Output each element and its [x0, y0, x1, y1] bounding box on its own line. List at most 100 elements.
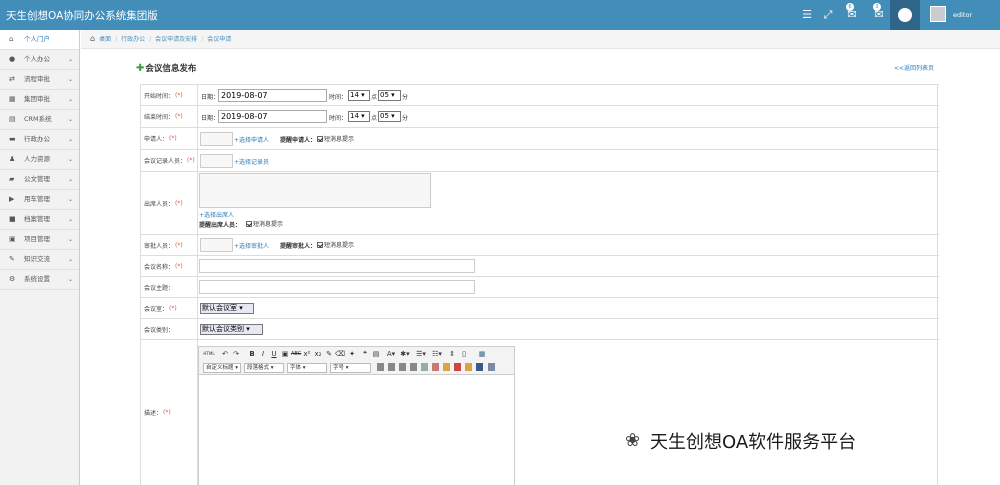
meeting-type-select[interactable]: 默认会议类别 ▾ [200, 324, 263, 335]
attendees-box[interactable] [199, 173, 431, 208]
meeting-topic-input[interactable] [199, 280, 475, 294]
select-recorder-link[interactable]: +选择记录员 [234, 157, 269, 166]
italic-icon[interactable]: I [258, 349, 268, 359]
home-icon[interactable]: ⌂ [90, 34, 95, 43]
map-icon[interactable] [488, 363, 495, 371]
paste-plain-icon[interactable]: ▤ [371, 349, 381, 359]
superscript-icon[interactable]: x² [302, 349, 312, 359]
sidebar-item-portal[interactable]: ⌂ 个人门户 [0, 30, 79, 50]
sidebar-item-knowledge[interactable]: ✎ 知识交流 ⌄ [0, 250, 79, 270]
source-button[interactable]: HTML [202, 349, 216, 359]
start-hour-select[interactable]: 14 ▾ [348, 90, 370, 101]
align-left-icon[interactable] [377, 363, 384, 371]
app-title[interactable]: 天生创想OA协同办公系统集团版 [6, 8, 158, 23]
border-icon[interactable]: ▣ [280, 349, 290, 359]
crm-icon: ▤ [9, 115, 16, 123]
row-approver: 审批人员： (*) +选择审批人 提醒审批人： 短消息提示 [141, 235, 939, 256]
select-applicant-link[interactable]: +选择申请人 [234, 135, 269, 144]
paragraph-select[interactable]: 段落格式 ▾ [244, 363, 284, 373]
approver-sms-checkbox[interactable]: 短消息提示 [317, 240, 354, 249]
breadcrumb-meetings[interactable]: 会议申请及安排 [155, 36, 197, 43]
underline-icon[interactable]: U [269, 349, 279, 359]
font-family-select[interactable]: 字体 ▾ [287, 363, 327, 373]
highlight-icon[interactable]: ✱▾ [400, 349, 410, 359]
quote-icon[interactable]: ❝ [360, 349, 370, 359]
checkbox-icon [317, 242, 323, 248]
row-end-time: 结束时间： (*) 日期： 2019-08-07 时间： 14 ▾ 点 05 ▾ … [141, 106, 939, 128]
subscript-icon[interactable]: x₂ [313, 349, 323, 359]
message-button[interactable] [890, 0, 920, 30]
bold-icon[interactable]: B [247, 349, 257, 359]
row-attendees: 出席人员： (*) +选择出席人 提醒出席人员： 短消息提示 [141, 172, 939, 235]
breadcrumb-current: 会议申请 [207, 36, 232, 43]
sidebar-item-docs[interactable]: ▰ 公文管理 ⌄ [0, 170, 79, 190]
fullscreen-editor-icon[interactable]: ▦ [477, 349, 487, 359]
start-minute-select[interactable]: 05 ▾ [378, 90, 401, 101]
wechat-icon: ❀ [625, 430, 641, 451]
applicant-sms-checkbox[interactable]: 短消息提示 [317, 134, 354, 143]
avatar[interactable] [930, 6, 946, 22]
sidebar-item-group[interactable]: ▦ 集团审批 ⌄ [0, 90, 79, 110]
unlink-icon[interactable] [432, 363, 439, 371]
chevron-down-icon: ⌄ [67, 156, 73, 163]
sidebar-item-car[interactable]: ▶ 用车管理 ⌄ [0, 190, 79, 210]
meeting-name-input[interactable] [199, 259, 475, 273]
recorder-box[interactable] [200, 154, 233, 168]
row-name: 会议名称： (*) [141, 256, 939, 277]
attachment-icon[interactable] [465, 363, 472, 371]
end-minute-select[interactable]: 05 ▾ [378, 111, 401, 122]
sidebar-item-project[interactable]: ▣ 项目管理 ⌄ [0, 230, 79, 250]
strikethrough-icon[interactable]: ABC [291, 349, 301, 359]
select-attendees-link[interactable]: +选择出席人 [199, 210, 234, 219]
format-icon[interactable]: ✎ [324, 349, 334, 359]
heading-select[interactable]: 自定义标题 ▾ [203, 363, 241, 373]
font-size-select[interactable]: 字号 ▾ [330, 363, 371, 373]
format-match-icon[interactable]: ✦ [347, 349, 357, 359]
applicant-box[interactable] [200, 132, 233, 146]
breadcrumb-desktop[interactable]: 桌面 [99, 36, 111, 43]
ordered-list-icon[interactable]: ☰▾ [416, 349, 426, 359]
video-icon[interactable] [454, 363, 461, 371]
sidebar-item-admin[interactable]: ▬ 行政办公 ⌄ [0, 130, 79, 150]
table-icon[interactable] [476, 363, 483, 371]
meeting-room-select[interactable]: 默认会议室 ▾ [200, 303, 254, 314]
align-right-icon[interactable] [399, 363, 406, 371]
end-date-input[interactable]: 2019-08-07 [218, 110, 327, 123]
justify-icon[interactable] [410, 363, 417, 371]
row-room: 会议室： (*) 默认会议室 ▾ [141, 298, 939, 319]
page-icon[interactable]: ▯ [459, 349, 469, 359]
back-to-list-link[interactable]: <<返回列表页 [894, 63, 934, 72]
align-center-icon[interactable] [388, 363, 395, 371]
editor-toolbar: HTML ↶ ↷ B I U ▣ ABC x² x₂ ✎ ⌫ ✦ ❝ ▤ A▾ … [199, 347, 514, 375]
image-icon[interactable] [443, 363, 450, 371]
user-name[interactable]: editor [953, 11, 972, 19]
clear-format-icon[interactable]: ⌫ [335, 349, 345, 359]
knowledge-icon: ✎ [9, 255, 15, 263]
attendees-sms-checkbox[interactable]: 短消息提示 [246, 219, 283, 228]
link-icon[interactable] [421, 363, 428, 371]
row-recorder: 会议记录人员： (*) +选择记录员 [141, 150, 939, 172]
select-approver-link[interactable]: +选择审批人 [234, 241, 269, 250]
menu-icon[interactable]: ☰ [800, 8, 814, 22]
line-spacing-icon[interactable]: ⇕ [447, 349, 457, 359]
sidebar-item-settings[interactable]: ⚙ 系统设置 ⌄ [0, 270, 79, 290]
font-color-icon[interactable]: A▾ [386, 349, 396, 359]
fullscreen-icon[interactable]: ⤢ [821, 8, 835, 22]
group-icon: ▦ [9, 95, 16, 103]
mail-badge: 3 [873, 3, 881, 11]
sidebar-item-personal[interactable]: ● 个人办公 ⌄ [0, 50, 79, 70]
sidebar-item-flow[interactable]: ⇄ 流程审批 ⌄ [0, 70, 79, 90]
sidebar-item-crm[interactable]: ▤ CRM系统 ⌄ [0, 110, 79, 130]
start-date-input[interactable]: 2019-08-07 [218, 89, 327, 102]
rich-text-editor[interactable]: HTML ↶ ↷ B I U ▣ ABC x² x₂ ✎ ⌫ ✦ ❝ ▤ A▾ … [198, 346, 515, 485]
undo-icon[interactable]: ↶ [220, 349, 230, 359]
redo-icon[interactable]: ↷ [231, 349, 241, 359]
sidebar-item-archive[interactable]: ■ 档案管理 ⌄ [0, 210, 79, 230]
breadcrumb-admin[interactable]: 行政办公 [121, 36, 145, 43]
sidebar-item-hr[interactable]: ♟ 人力资源 ⌄ [0, 150, 79, 170]
unordered-list-icon[interactable]: ☷▾ [432, 349, 442, 359]
project-icon: ▣ [9, 235, 16, 243]
row-type: 会议类别： 默认会议类别 ▾ [141, 319, 939, 340]
approver-box[interactable] [200, 238, 233, 252]
end-hour-select[interactable]: 14 ▾ [348, 111, 370, 122]
